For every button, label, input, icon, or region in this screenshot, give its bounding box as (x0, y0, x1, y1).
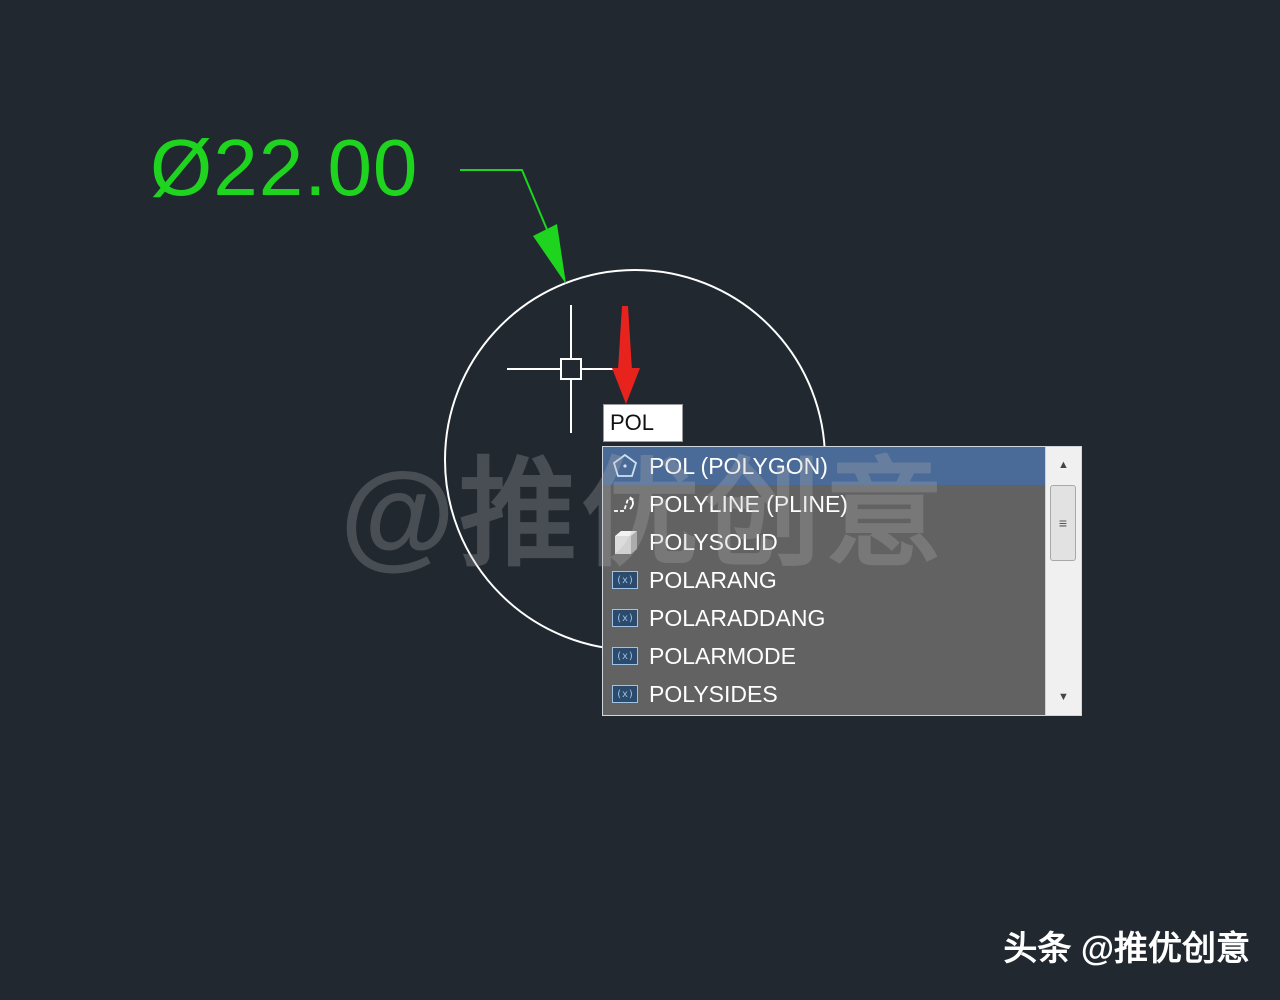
scroll-down-icon[interactable]: ▼ (1046, 685, 1081, 709)
system-variable-icon: (x) (611, 643, 639, 669)
polygon-icon (611, 453, 639, 479)
watermark-stamp: 头条 @推优创意 (1003, 930, 1250, 968)
dimension-text: Ø22.00 (150, 123, 419, 212)
autocomplete-item-polysides[interactable]: (x) POLYSIDES (603, 675, 1046, 713)
autocomplete-item-label: POLARADDANG (649, 604, 826, 631)
autocomplete-item-label: POL (POLYGON) (649, 452, 828, 479)
system-variable-icon: (x) (611, 567, 639, 593)
autocomplete-scrollbar[interactable]: ▲ ≡ ▼ (1045, 447, 1081, 715)
autocomplete-item-polaraddang[interactable]: (x) POLARADDANG (603, 599, 1046, 637)
scroll-thumb[interactable]: ≡ (1050, 485, 1076, 561)
autocomplete-item-label: POLYLINE (PLINE) (649, 490, 848, 517)
autocomplete-item-label: POLYSIDES (649, 680, 778, 707)
autocomplete-item-polysolid[interactable]: POLYSOLID (603, 523, 1046, 561)
autocomplete-item-polarang[interactable]: (x) POLARANG (603, 561, 1046, 599)
autocomplete-item-polyline[interactable]: POLYLINE (PLINE) (603, 485, 1046, 523)
polyline-icon (611, 491, 639, 517)
command-autocomplete-list: POL (POLYGON) POLYLINE (PLINE) POLYSOLID… (602, 446, 1082, 716)
command-input[interactable]: POL (603, 404, 683, 442)
autocomplete-item-polarmode[interactable]: (x) POLARMODE (603, 637, 1046, 675)
autocomplete-item-polygon[interactable]: POL (POLYGON) (603, 447, 1046, 485)
pointer-arrow-icon (612, 306, 640, 404)
autocomplete-item-label: POLARANG (649, 566, 777, 593)
system-variable-icon: (x) (611, 681, 639, 707)
autocomplete-item-label: POLYSOLID (649, 528, 778, 555)
system-variable-icon: (x) (611, 605, 639, 631)
scroll-up-icon[interactable]: ▲ (1046, 453, 1081, 477)
polysolid-icon (611, 529, 639, 555)
dimension-arrowhead (533, 224, 566, 284)
dimension-leader-line (460, 169, 549, 233)
autocomplete-item-label: POLARMODE (649, 642, 796, 669)
